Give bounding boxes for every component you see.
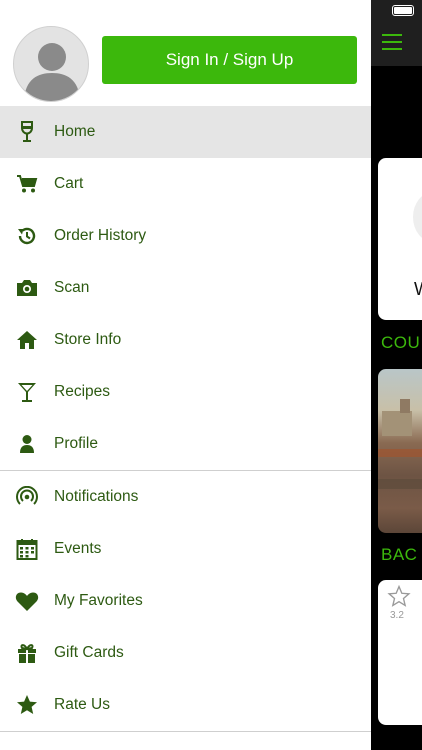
broadcast-icon: [15, 485, 39, 509]
background-content: W COU BAC 3.2: [371, 0, 422, 750]
menu-item-profile[interactable]: Profile: [0, 418, 371, 470]
menu-item-label: Gift Cards: [54, 644, 124, 661]
star-icon: [15, 693, 39, 717]
menu-item-store-info[interactable]: Store Info: [0, 314, 371, 366]
menu-item-home[interactable]: Home: [0, 106, 371, 158]
menu-item-label: Scan: [54, 279, 90, 296]
star-outline-icon[interactable]: [387, 584, 411, 613]
history-icon: [15, 224, 39, 248]
card-image: [413, 192, 422, 242]
battery-icon: [392, 5, 414, 16]
top-bar: [371, 0, 422, 66]
menu-item-label: Profile: [54, 435, 98, 452]
menu-item-scan[interactable]: Scan: [0, 262, 371, 314]
card-title: W: [414, 279, 422, 300]
menu-item-label: Recipes: [54, 383, 110, 400]
sign-in-button[interactable]: Sign In / Sign Up: [102, 36, 357, 84]
menu-item-label: Home: [54, 123, 96, 140]
user-silhouette-icon: [24, 43, 80, 101]
menu-divider: [0, 731, 371, 732]
city-image-card[interactable]: [378, 369, 422, 533]
menu-item-events[interactable]: Events: [0, 523, 371, 575]
menu-item-label: Notifications: [54, 488, 139, 505]
drawer-header: Sign In / Sign Up: [0, 0, 371, 106]
wine-glass-icon: [15, 120, 39, 144]
rating-value: 3.2: [390, 610, 404, 621]
gift-icon: [15, 641, 39, 665]
cocktail-icon: [15, 380, 39, 404]
menu-item-cart[interactable]: Cart: [0, 158, 371, 210]
menu-item-gift-cards[interactable]: Gift Cards: [0, 627, 371, 679]
secondary-menu: Notifications Events My Favorites Gift C…: [0, 471, 371, 731]
calendar-icon: [15, 537, 39, 561]
hamburger-menu-icon[interactable]: [382, 34, 402, 50]
navigation-drawer: Sign In / Sign Up Home Cart Order Histor…: [0, 0, 371, 750]
menu-item-label: Rate Us: [54, 696, 110, 713]
section-title: BAC: [381, 545, 418, 564]
menu-item-order-history[interactable]: Order History: [0, 210, 371, 262]
menu-item-recipes[interactable]: Recipes: [0, 366, 371, 418]
heart-icon: [15, 589, 39, 613]
menu-item-label: Store Info: [54, 331, 122, 348]
cart-icon: [15, 172, 39, 196]
menu-item-label: Order History: [54, 227, 147, 244]
product-card[interactable]: 3.2: [378, 580, 422, 725]
camera-icon: [15, 276, 39, 300]
avatar[interactable]: [13, 26, 89, 102]
person-icon: [15, 432, 39, 456]
menu-item-label: Events: [54, 540, 102, 557]
home-icon: [15, 328, 39, 352]
section-title: COU: [381, 333, 421, 352]
menu-item-notifications[interactable]: Notifications: [0, 471, 371, 523]
menu-item-label: Cart: [54, 175, 84, 192]
welcome-card[interactable]: W: [378, 158, 422, 320]
primary-menu: Home Cart Order History Scan Store Info: [0, 106, 371, 470]
menu-item-label: My Favorites: [54, 592, 143, 609]
menu-item-rate-us[interactable]: Rate Us: [0, 679, 371, 731]
menu-item-my-favorites[interactable]: My Favorites: [0, 575, 371, 627]
